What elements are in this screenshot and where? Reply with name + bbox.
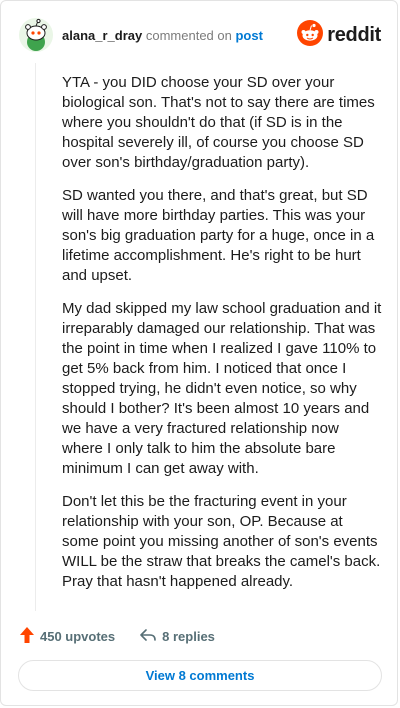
replies-button[interactable]: 8 replies — [139, 627, 215, 646]
snoo-avatar-icon[interactable] — [19, 18, 53, 52]
comment-paragraph: YTA - you DID choose your SD over your b… — [62, 74, 375, 171]
comment-body: YTA - you DID choose your SD over your b… — [62, 73, 382, 605]
thread-line[interactable] — [35, 63, 36, 611]
comment-paragraph: SD wanted you there, and that's great, b… — [62, 187, 375, 284]
reply-arrow-icon — [139, 627, 162, 646]
comment-card: alana_r_dray commented on post reddit YT… — [0, 0, 398, 706]
upvote-arrow-icon — [19, 626, 40, 647]
comment-paragraph: My dad skipped my law school graduation … — [62, 300, 382, 477]
upvote-count: 450 upvotes — [40, 628, 116, 644]
comment-header: alana_r_dray commented on post reddit — [19, 18, 381, 52]
comment-paragraph: Don't let this be the fracturing event i… — [62, 493, 381, 590]
replies-count: 8 replies — [162, 628, 215, 644]
upvote-button[interactable]: 450 upvotes — [19, 626, 115, 647]
comment-byline: alana_r_dray commented on post — [62, 28, 263, 43]
reddit-wordmark: reddit — [327, 23, 381, 46]
reddit-brand[interactable]: reddit — [297, 19, 381, 51]
comment-actions: 450 upvotes 8 replies — [19, 625, 215, 647]
reddit-logo-icon — [297, 19, 324, 51]
view-comments-button[interactable]: View 8 comments — [18, 660, 382, 691]
post-link[interactable]: post — [235, 28, 262, 43]
commented-on-text: commented on — [145, 28, 232, 43]
username-link[interactable]: alana_r_dray — [62, 28, 142, 43]
